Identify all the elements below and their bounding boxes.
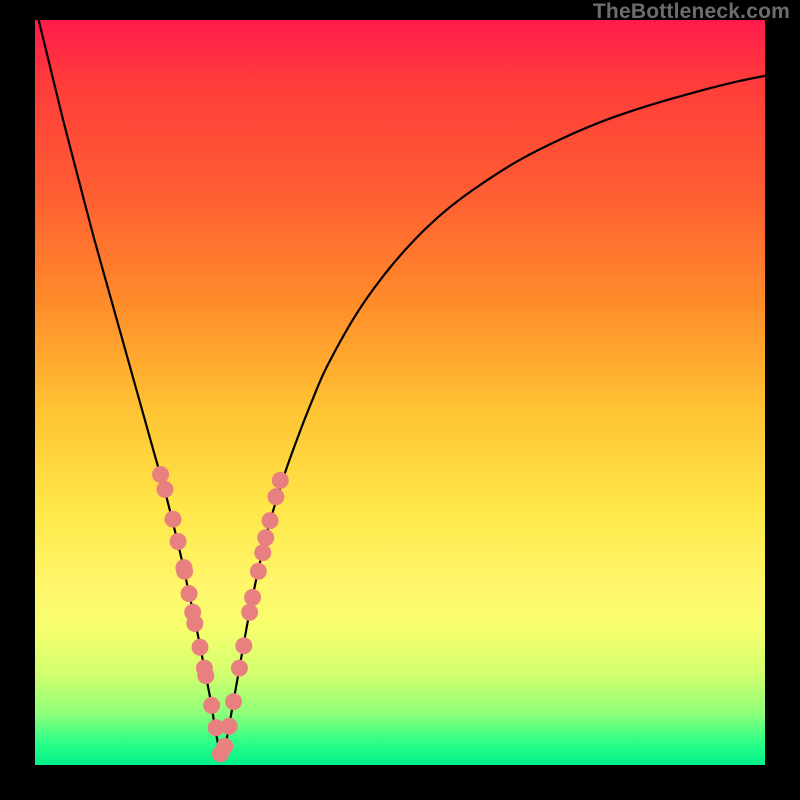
sample-dot xyxy=(196,660,213,677)
sample-dot xyxy=(267,488,284,505)
sample-dot xyxy=(225,693,242,710)
dots-group xyxy=(152,466,289,762)
sample-dot xyxy=(203,697,220,714)
sample-dot xyxy=(191,639,208,656)
sample-dot xyxy=(241,604,258,621)
sample-dot xyxy=(197,667,214,684)
sample-dot xyxy=(221,718,238,735)
sample-dot xyxy=(262,512,279,529)
sample-dot xyxy=(272,472,289,489)
sample-dot xyxy=(254,544,271,561)
sample-dot xyxy=(244,589,261,606)
sample-dot xyxy=(212,745,229,762)
sample-dot xyxy=(257,529,274,546)
bottleneck-curve xyxy=(35,20,765,765)
sample-dot xyxy=(152,466,169,483)
sample-dot xyxy=(250,563,267,580)
sample-dot xyxy=(235,637,252,654)
sample-dots xyxy=(35,20,765,765)
sample-dot xyxy=(231,660,248,677)
curve-path xyxy=(39,20,765,759)
sample-dot xyxy=(176,563,193,580)
sample-dot xyxy=(208,719,225,736)
sample-dot xyxy=(156,481,173,498)
sample-dot xyxy=(186,615,203,632)
sample-dot xyxy=(181,585,198,602)
chart-root: TheBottleneck.com xyxy=(0,0,800,800)
sample-dot xyxy=(170,533,187,550)
sample-dot xyxy=(175,559,192,576)
watermark-text: TheBottleneck.com xyxy=(593,0,790,24)
plot-area xyxy=(35,20,765,765)
sample-dot xyxy=(216,738,233,755)
sample-dot xyxy=(184,604,201,621)
sample-dot xyxy=(164,511,181,528)
